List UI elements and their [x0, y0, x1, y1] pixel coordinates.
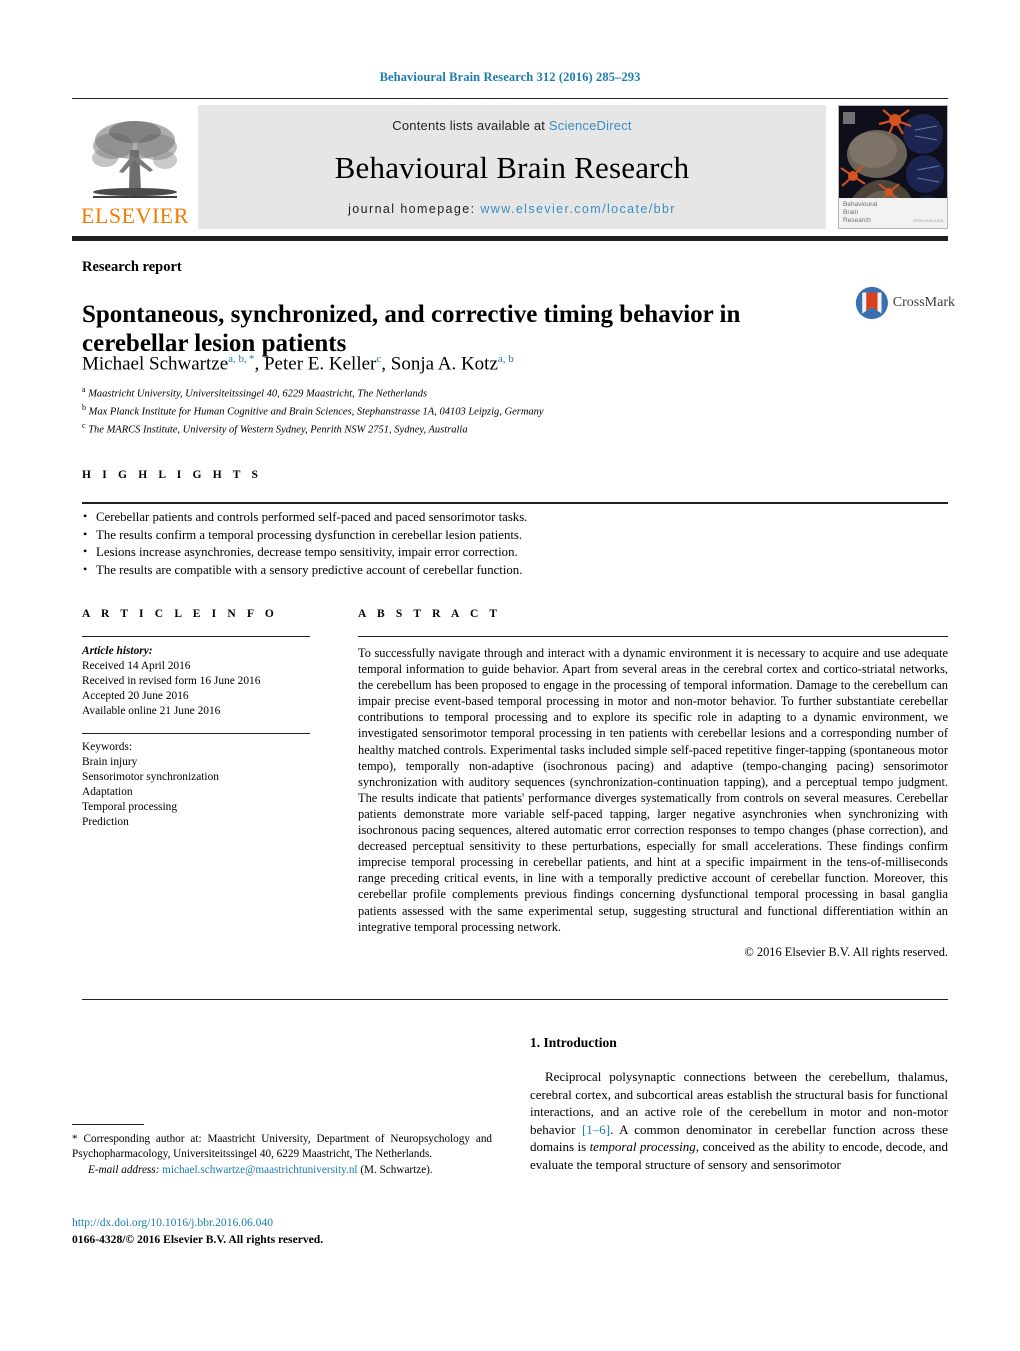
masthead-center: Contents lists available at ScienceDirec…: [198, 105, 826, 229]
journal-masthead: ELSEVIER Contents lists available at Sci…: [72, 98, 948, 232]
introduction-heading: 1. Introduction: [530, 1035, 617, 1050]
journal-cover-thumbnail: Behavioural Brain Research ISSN 0166-432…: [838, 105, 948, 229]
elsevier-tree-icon: [92, 121, 177, 198]
footer-block: http://dx.doi.org/10.1016/j.bbr.2016.06.…: [72, 1215, 492, 1248]
affiliation-item: a Maastricht University, Universiteitssi…: [82, 385, 428, 400]
affiliation-mark: c: [82, 421, 86, 430]
masthead-top-rule: [72, 98, 948, 99]
keyword-item: Temporal processing: [82, 801, 178, 813]
keyword-item: Prediction: [82, 816, 129, 828]
abstract-text: To successfully navigate through and int…: [358, 646, 948, 934]
highlights-section: H I G H L I G H T S Cerebellar patients …: [82, 469, 948, 579]
footnote-star: *: [72, 1133, 78, 1145]
affiliation-item: b Max Planck Institute for Human Cogniti…: [82, 403, 544, 418]
contents-prefix: Contents lists available at: [392, 118, 549, 133]
keyword-item: Sensorimotor synchronization: [82, 771, 219, 783]
running-head: Behavioural Brain Research 312 (2016) 28…: [379, 70, 641, 84]
article-info-label: A R T I C L E I N F O: [82, 608, 278, 620]
contents-lists-line: Contents lists available at ScienceDirec…: [392, 118, 631, 133]
highlights-label: H I G H L I G H T S: [82, 469, 263, 481]
affiliation-item: c The MARCS Institute, University of Wes…: [82, 421, 468, 436]
cover-caption-line-1: Behavioural: [843, 201, 878, 208]
article-info-rule: [82, 636, 310, 637]
cover-issn: ISSN 0166-4328: [913, 218, 943, 223]
corresponding-author-text: Corresponding author at: Maastricht Univ…: [72, 1133, 493, 1160]
abstract-section: A B S T R A C T To successfully navigate…: [358, 608, 948, 960]
author-list: Michael Schwartzea, b, *, Peter E. Kelle…: [82, 353, 514, 375]
article-history-item: Received in revised form 16 June 2016: [82, 675, 261, 687]
introduction-paragraph: Reciprocal polysynaptic connections betw…: [530, 1068, 948, 1174]
cover-caption-line-2: Brain: [843, 209, 859, 216]
article-history-item: Accepted 20 June 2016: [82, 690, 189, 702]
abstract-copyright: © 2016 Elsevier B.V. All rights reserved…: [744, 944, 948, 959]
highlight-item: The results are compatible with a sensor…: [82, 561, 948, 580]
elsevier-wordmark: ELSEVIER: [81, 203, 189, 228]
affiliation-mark: a: [82, 385, 86, 394]
crossmark-badge[interactable]: CrossMark: [855, 280, 955, 326]
abstract-rule: [358, 636, 948, 637]
email-label: E-mail address:: [88, 1164, 160, 1176]
article-info-section: A R T I C L E I N F O Article history: R…: [82, 608, 310, 830]
doi-link[interactable]: http://dx.doi.org/10.1016/j.bbr.2016.06.…: [72, 1215, 492, 1230]
crossmark-icon: [855, 286, 888, 320]
article-history-items: Received 14 April 2016 Received in revise…: [82, 659, 310, 719]
footnote-section: * Corresponding author at: Maastricht Un…: [72, 1124, 492, 1178]
journal-title: Behavioural Brain Research: [334, 150, 690, 185]
journal-homepage-link[interactable]: www.elsevier.com/locate/bbr: [480, 202, 676, 216]
homepage-prefix: journal homepage:: [348, 202, 481, 216]
keywords-items: Brain injury Sensorimotor synchronization…: [82, 755, 310, 830]
highlight-item: Lesions increase asynchronies, decrease …: [82, 543, 948, 562]
corresponding-author-note: * Corresponding author at: Maastricht Un…: [72, 1132, 492, 1161]
page-title: Spontaneous, synchronized, and correctiv…: [82, 300, 741, 357]
header-thick-rule: [72, 236, 948, 241]
body-separator-rule: [82, 999, 948, 1000]
article-page: Behavioural Brain Research 312 (2016) 28…: [0, 0, 1020, 1351]
sciencedirect-link[interactable]: ScienceDirect: [549, 118, 632, 133]
email-suffix: (M. Schwartze).: [360, 1164, 433, 1176]
highlight-item: Cerebellar patients and controls perform…: [82, 508, 948, 527]
email-link[interactable]: michael.schwartze@maastrichtuniversity.n…: [162, 1164, 357, 1176]
highlight-item: The results confirm a temporal processin…: [82, 526, 948, 545]
article-history-item: Available online 21 June 2016: [82, 705, 221, 717]
footnote-rule: [72, 1124, 144, 1125]
keywords-rule: [82, 733, 310, 734]
crossmark-label: CrossMark: [892, 295, 955, 310]
affiliation-mark: b: [82, 403, 86, 412]
keyword-item: Adaptation: [82, 786, 133, 798]
article-history: Article history: Received 14 April 2016 R…: [82, 644, 310, 719]
issn-copyright-line: 0166-4328/© 2016 Elsevier B.V. All right…: [72, 1233, 324, 1246]
keyword-item: Brain injury: [82, 756, 138, 768]
highlights-rule: [82, 502, 948, 504]
article-history-item: Received 14 April 2016: [82, 660, 191, 672]
citation-link[interactable]: [1–6]: [582, 1122, 610, 1137]
keywords-block: Keywords: Brain injury Sensorimotor synch…: [82, 740, 310, 830]
abstract-label: A B S T R A C T: [358, 608, 502, 620]
email-note: E-mail address: michael.schwartze@maastr…: [72, 1163, 492, 1178]
journal-homepage-line: journal homepage: www.elsevier.com/locat…: [348, 202, 676, 216]
elsevier-logo: ELSEVIER: [72, 105, 198, 229]
introduction-section: 1. Introduction Reciprocal polysynaptic …: [530, 1035, 948, 1174]
highlights-list: Cerebellar patients and controls perform…: [82, 508, 948, 580]
article-history-label: Article history:: [82, 645, 153, 657]
article-type-label: Research report: [82, 259, 182, 275]
cover-caption: Behavioural Brain Research ISSN 0166-432…: [839, 198, 947, 228]
affiliation-list: a Maastricht University, Universiteitssi…: [82, 383, 882, 437]
keywords-label: Keywords:: [82, 741, 132, 753]
intro-italic-phrase: temporal processing: [589, 1139, 696, 1155]
